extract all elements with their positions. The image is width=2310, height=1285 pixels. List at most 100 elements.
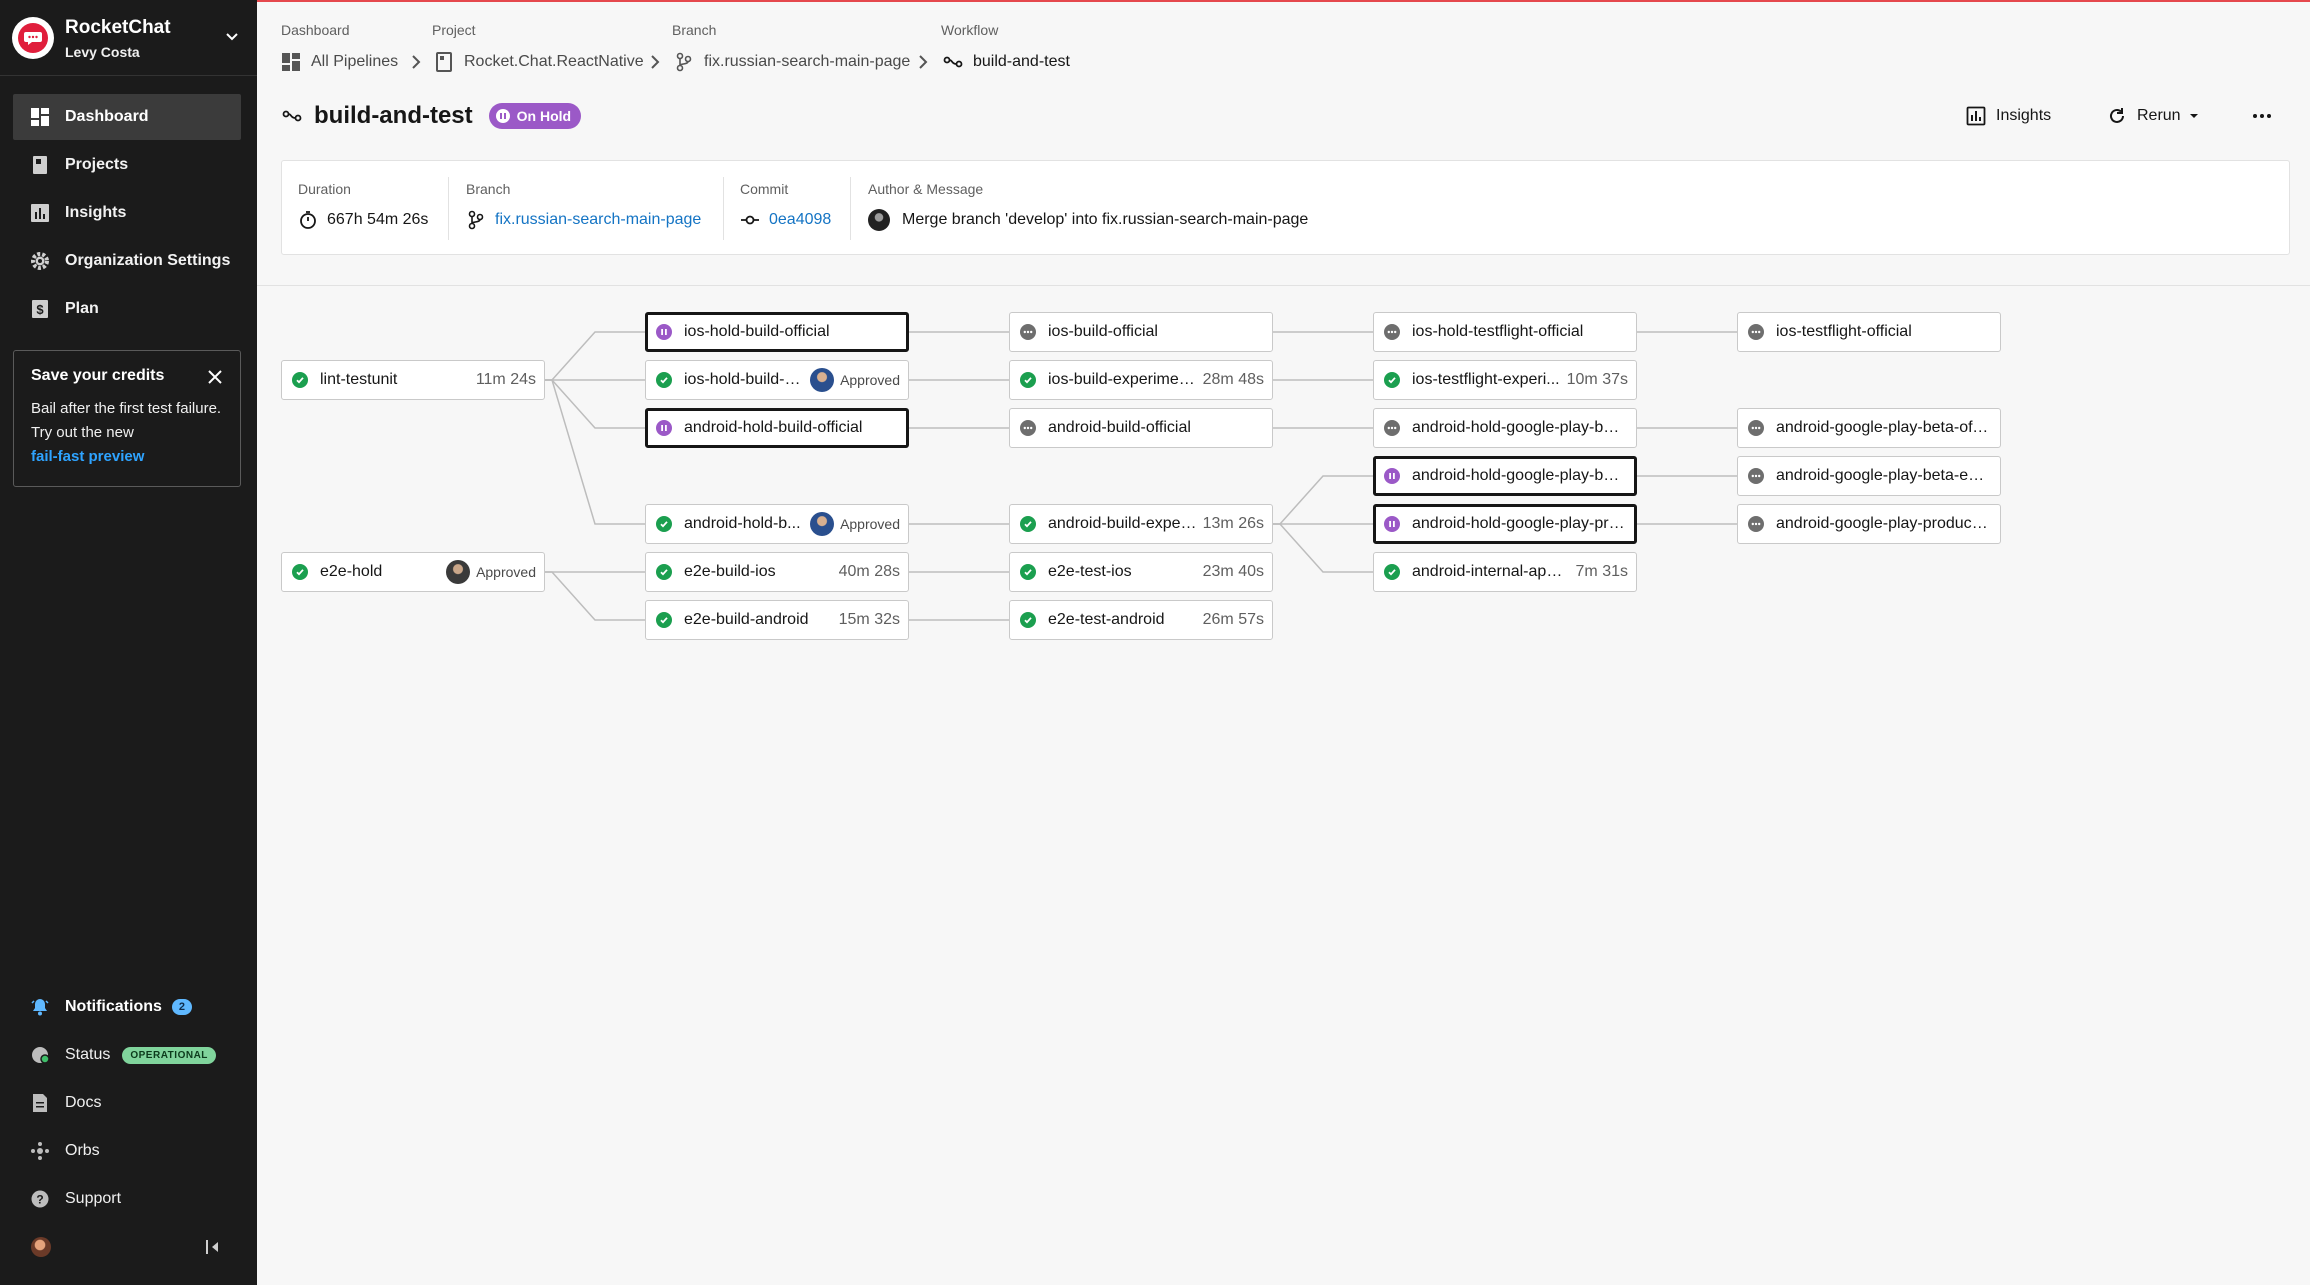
- job-node-andbuildexp[interactable]: android-build-experi... 13m 26s: [1009, 504, 1273, 544]
- user-avatar[interactable]: [31, 1237, 51, 1257]
- org-user: Levy Costa: [65, 44, 140, 60]
- breadcrumb-project[interactable]: Rocket.Chat.ReactNative: [434, 52, 644, 72]
- job-duration: 13m 26s: [1202, 515, 1264, 532]
- success-status-icon: [292, 372, 308, 388]
- summary-branch-value[interactable]: fix.russian-search-main-page: [466, 209, 701, 231]
- commit-icon: [740, 210, 760, 230]
- job-node-iosbuild[interactable]: ios-build-official: [1009, 312, 1273, 352]
- blocked-status-icon: [1384, 420, 1400, 436]
- success-status-icon: [656, 516, 672, 532]
- summary-commit-value[interactable]: 0ea4098: [740, 209, 831, 231]
- page-title: build-and-test: [314, 102, 473, 129]
- job-node-gpbetaexp[interactable]: android-hold-google-play-bet...: [1373, 456, 1637, 496]
- sidebar-item-docs[interactable]: Docs: [13, 1083, 241, 1123]
- breadcrumb-label-workflow: Workflow: [941, 22, 999, 38]
- on-hold-status-icon: [1384, 516, 1400, 532]
- blocked-status-icon: [1020, 420, 1036, 436]
- job-node-gpprod[interactable]: android-hold-google-play-pro...: [1373, 504, 1637, 544]
- workflow-header: build-and-test On Hold: [282, 100, 582, 132]
- close-icon[interactable]: [207, 369, 223, 385]
- success-status-icon: [1384, 564, 1400, 580]
- breadcrumb-branch[interactable]: fix.russian-search-main-page: [674, 52, 910, 72]
- status-globe-icon: [30, 1045, 50, 1065]
- success-status-icon: [656, 612, 672, 628]
- status-badge: On Hold: [488, 103, 582, 129]
- sidebar-item-label: Orbs: [65, 1142, 100, 1159]
- job-node-andhold[interactable]: android-hold-build-official: [645, 408, 909, 448]
- job-node-lint[interactable]: lint-testunit 11m 24s: [281, 360, 545, 400]
- help-icon: ?: [30, 1189, 50, 1209]
- commit-message: Merge branch 'develop' into fix.russian-…: [902, 211, 1309, 228]
- success-status-icon: [292, 564, 308, 580]
- job-node-iostf[interactable]: ios-testflight-official: [1737, 312, 2001, 352]
- success-status-icon: [656, 372, 672, 388]
- sidebar-item-label: Docs: [65, 1094, 102, 1111]
- docs-icon: [30, 1093, 50, 1113]
- insights-button-label: Insights: [1996, 107, 2052, 124]
- job-name: e2e-test-android: [1048, 611, 1165, 628]
- summary-label: Branch: [466, 181, 511, 197]
- job-node-e2eand[interactable]: e2e-build-android 15m 32s: [645, 600, 909, 640]
- summary-label: Duration: [298, 181, 351, 197]
- job-node-e2etestand[interactable]: e2e-test-android 26m 57s: [1009, 600, 1273, 640]
- sidebar-item-label: Support: [65, 1190, 122, 1207]
- workflow-icon: [943, 52, 963, 72]
- job-node-iostfhold[interactable]: ios-hold-testflight-official: [1373, 312, 1637, 352]
- pause-icon: [495, 109, 510, 123]
- on-hold-status-icon: [656, 420, 672, 436]
- org-switcher[interactable]: RocketChat Levy Costa: [0, 0, 257, 76]
- svg-text:$: $: [36, 302, 44, 317]
- approver-avatar: [810, 368, 835, 392]
- sidebar-item-notifications[interactable]: Notifications 2: [13, 987, 241, 1027]
- job-node-gpboff[interactable]: android-google-play-beta-offi...: [1737, 408, 2001, 448]
- sidebar: RocketChat Levy Costa Dashboard Projects…: [0, 0, 257, 1285]
- job-node-gpprodrel[interactable]: android-google-play-producti...: [1737, 504, 2001, 544]
- chevron-down-icon[interactable]: [222, 26, 242, 46]
- job-node-internal[interactable]: android-internal-app-s... 7m 31s: [1373, 552, 1637, 592]
- rerun-button[interactable]: Rerun: [2107, 104, 2201, 128]
- job-node-e2etestios[interactable]: e2e-test-ios 23m 40s: [1009, 552, 1273, 592]
- promo-link[interactable]: fail-fast preview: [31, 448, 144, 465]
- more-options-button[interactable]: [2247, 104, 2277, 128]
- on-hold-status-icon: [1384, 468, 1400, 484]
- on-hold-status-icon: [656, 324, 672, 340]
- sidebar-item-dashboard[interactable]: Dashboard: [13, 94, 241, 140]
- branch-link[interactable]: fix.russian-search-main-page: [495, 211, 701, 229]
- job-node-andbuild[interactable]: android-build-official: [1009, 408, 1273, 448]
- sidebar-item-organization-settings[interactable]: Organization Settings: [13, 238, 241, 284]
- insights-button[interactable]: Insights: [1966, 104, 2051, 128]
- summary-divider: [850, 177, 851, 240]
- success-status-icon: [656, 564, 672, 580]
- job-name: ios-build-experimental: [1048, 371, 1197, 388]
- job-node-iostfexp[interactable]: ios-testflight-experi... 10m 37s: [1373, 360, 1637, 400]
- sidebar-item-support[interactable]: ? Support: [13, 1179, 241, 1219]
- job-node-e2ehold[interactable]: e2e-hold Approved: [281, 552, 545, 592]
- job-node-iosholdexp[interactable]: ios-hold-build-e... Approved: [645, 360, 909, 400]
- sidebar-item-plan[interactable]: $ Plan: [13, 286, 241, 332]
- caret-down-icon: [2189, 114, 2198, 118]
- job-node-andholdexp[interactable]: android-hold-b... Approved: [645, 504, 909, 544]
- org-name: RocketChat: [65, 17, 171, 38]
- success-status-icon: [1020, 372, 1036, 388]
- job-name: android-google-play-beta-exp...: [1776, 467, 1992, 484]
- commit-link[interactable]: 0ea4098: [769, 211, 831, 229]
- job-node-iosbuildexp[interactable]: ios-build-experimental 28m 48s: [1009, 360, 1273, 400]
- job-node-e2eios[interactable]: e2e-build-ios 40m 28s: [645, 552, 909, 592]
- more-icon: [2253, 114, 2271, 118]
- notification-count-badge: 2: [171, 999, 193, 1015]
- job-name: ios-hold-build-e...: [684, 371, 805, 388]
- sidebar-item-status[interactable]: Status OPERATIONAL: [13, 1035, 241, 1075]
- sidebar-item-orbs[interactable]: Orbs: [13, 1131, 241, 1171]
- sidebar-item-projects[interactable]: Projects: [13, 142, 241, 188]
- project-icon: [434, 52, 454, 72]
- success-status-icon: [1020, 564, 1036, 580]
- job-node-gpbexp[interactable]: android-google-play-beta-exp...: [1737, 456, 2001, 496]
- job-node-ioshold[interactable]: ios-hold-build-official: [645, 312, 909, 352]
- sidebar-item-insights[interactable]: Insights: [13, 190, 241, 236]
- breadcrumb-all-pipelines[interactable]: All Pipelines: [281, 52, 398, 72]
- collapse-sidebar-icon[interactable]: [203, 1237, 223, 1257]
- breadcrumb-workflow[interactable]: build-and-test: [943, 52, 1070, 72]
- job-name: android-hold-google-play-bet...: [1412, 467, 1626, 484]
- orbs-icon: [30, 1141, 50, 1161]
- job-node-gpbetaoff[interactable]: android-hold-google-play-bet...: [1373, 408, 1637, 448]
